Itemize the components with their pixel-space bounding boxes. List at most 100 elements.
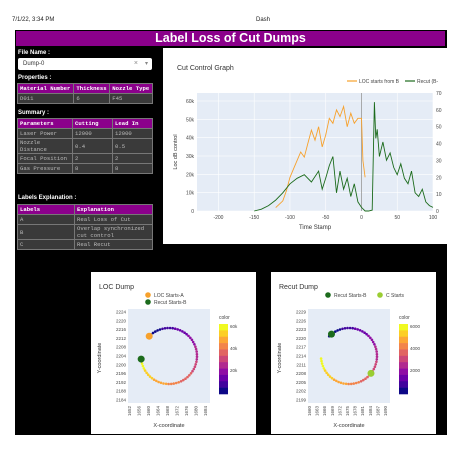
data-point [359, 380, 363, 383]
timestamp: 7/1/22, 3:34 PM [12, 17, 55, 23]
table-header: Material Number [16, 83, 75, 94]
colorbar-segment [399, 362, 408, 369]
table-header-row: Parameters Cutting Lead In [17, 118, 153, 129]
loc-dump-chart[interactable]: LOC Dump LOC Starts-ARecut Starts-B 2224… [91, 272, 256, 434]
data-point [319, 357, 323, 360]
y-tick-label: 20k [186, 172, 195, 178]
x-tick-label: 100 [429, 215, 438, 221]
data-point [373, 365, 377, 368]
legend-label: Recut Starts-B [334, 293, 367, 299]
data-point [193, 365, 197, 368]
table-cell: D011 [16, 93, 75, 104]
table-row: D011 6 F45 [16, 93, 153, 104]
legend-marker [377, 292, 383, 298]
colorbar-segment [219, 374, 228, 382]
colorbar-tick: 6000 [410, 324, 421, 329]
data-point [356, 328, 359, 331]
data-point [322, 367, 326, 370]
properties-table: Material Number Thickness Nozzle Type D0… [16, 83, 153, 104]
data-point [166, 326, 169, 330]
data-point [192, 367, 196, 371]
data-point [194, 347, 198, 351]
cut-control-chart[interactable]: Cut Control Graph LOC starts from B Recut… [163, 48, 447, 244]
data-point [374, 363, 377, 366]
tab-title: Dash [256, 17, 271, 23]
colorbar-segment [219, 343, 228, 350]
x-axis-title: Time Stamp [299, 225, 332, 231]
legend-label: LOC starts from B [359, 79, 400, 85]
data-point [354, 381, 358, 385]
data-point [173, 327, 177, 330]
y2-tick-label: 50 [436, 125, 442, 131]
browser-header: 7/1/22, 3:34 PM Dash [0, 0, 460, 30]
legend-marker [145, 292, 151, 298]
x-tick-label: 1666 [322, 406, 327, 417]
data-point [195, 355, 199, 358]
chevron-down-icon[interactable]: ▾ [145, 60, 148, 67]
colorbar-title: color [399, 315, 410, 321]
data-point [174, 381, 178, 385]
data-point [158, 328, 162, 331]
table-cell: A [17, 214, 75, 225]
recut-dump-chart[interactable]: Recut Dump Recut Starts-B C Starts 2229 22… [271, 272, 436, 434]
y-tick-label: 2188 [116, 389, 127, 394]
data-point [179, 380, 183, 383]
data-point [373, 343, 376, 346]
y-tick-label: 2205 [296, 380, 307, 385]
legend-marker [145, 299, 151, 305]
y-tick-label: 2217 [296, 345, 307, 350]
table-cell: 2 [72, 153, 113, 164]
data-point [194, 363, 197, 366]
table-header-row: Material Number Thickness Nozzle Type [16, 83, 153, 94]
data-point [195, 360, 198, 364]
data-point [321, 364, 325, 368]
labels-explanation-label: Labels Explanation : [18, 195, 77, 201]
table-cell: Overlap synchronized cut control [74, 224, 153, 240]
data-point [168, 326, 172, 330]
table-row: B Overlap synchronized cut control [17, 224, 153, 240]
y-axis-title: Y-coordinate [97, 343, 103, 374]
x-tick-label: 1687 [375, 406, 380, 417]
x-tick-label: -150 [249, 215, 259, 221]
table-header: Nozzle Type [109, 83, 153, 94]
data-point [152, 378, 156, 381]
table-header: Parameters [17, 118, 73, 129]
data-point [349, 382, 353, 386]
legend-label: Recut (B- [417, 79, 438, 85]
x-tick-label: 50 [394, 215, 400, 221]
data-point [195, 350, 198, 353]
left-panel: File Name : Dump-0 × ▾ Properties : Mate… [15, 48, 155, 260]
data-point [371, 340, 375, 344]
data-point [372, 367, 376, 371]
file-dropdown[interactable]: Dump-0 × ▾ [18, 58, 152, 70]
x-tick-label: 1668 [165, 406, 170, 417]
data-point [357, 381, 360, 384]
data-point [140, 362, 144, 365]
data-point [374, 347, 378, 351]
data-point [367, 334, 370, 338]
data-point [339, 381, 343, 385]
table-cell: Gas Pressure [17, 163, 73, 174]
table-row: Laser Power 12000 12000 [17, 128, 153, 139]
data-point [159, 381, 163, 385]
recut-dump-card: Recut Dump Recut Starts-B C Starts 2229 22… [271, 272, 436, 434]
data-point [374, 345, 377, 348]
data-point [141, 364, 145, 368]
data-point [353, 327, 357, 330]
table-header: Lead In [112, 118, 153, 129]
data-point [145, 371, 148, 375]
x-tick-label: 1656 [137, 406, 142, 417]
colorbar-tick: 2000 [410, 368, 421, 373]
data-point [328, 375, 332, 378]
x-tick-label: 1690 [383, 406, 388, 417]
x-axis-title: X-coordinate [153, 423, 184, 429]
end-marker [137, 355, 145, 363]
data-point [171, 326, 174, 330]
y2-tick-label: 20 [436, 175, 442, 181]
x-tick-label: 1664 [156, 406, 161, 417]
y-tick-label: 60k [186, 99, 195, 105]
table-cell: 8 [72, 163, 113, 174]
clear-icon[interactable]: × [134, 60, 138, 67]
y-tick-label: 30k [186, 154, 195, 160]
x-tick-label: 1672 [175, 406, 180, 417]
